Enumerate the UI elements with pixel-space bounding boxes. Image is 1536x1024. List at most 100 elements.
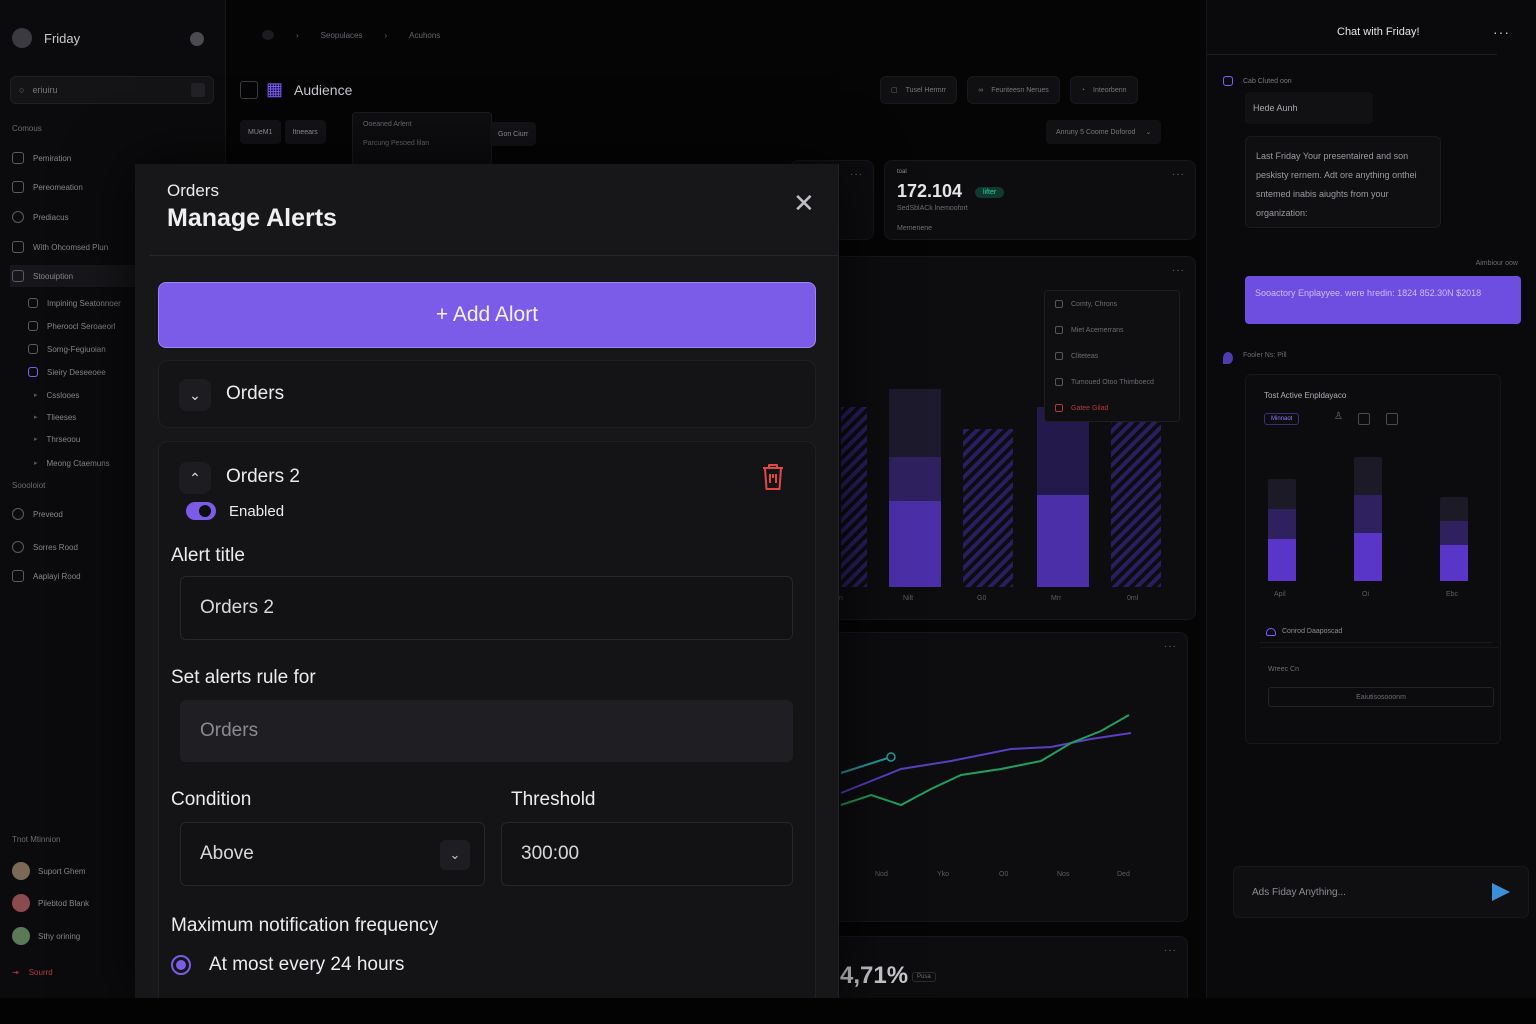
card-row[interactable]: Wreec Cn — [1260, 647, 1498, 689]
sidebar-item-label: Sieiry Deseeoee — [47, 367, 106, 377]
home-icon[interactable] — [262, 30, 274, 40]
frequency-option[interactable]: At most every 24 hours — [171, 954, 404, 976]
nav-icon — [28, 344, 38, 354]
close-icon[interactable]: ✕ — [793, 190, 815, 216]
chart-point — [886, 752, 896, 762]
chat-panel: Chat with Friday! ··· Cab Cluted oon Hed… — [1206, 0, 1536, 1000]
message-timestamp: Aimbiour oow — [1475, 260, 1518, 267]
status-badge: lifter — [975, 187, 1005, 198]
field-label: Alert title — [171, 545, 245, 566]
screen-edge — [0, 998, 1536, 1024]
context-menu-item[interactable]: Cliteteas — [1045, 343, 1179, 369]
filter-chip[interactable]: MUeM1 — [240, 120, 281, 144]
page-header: ▦ Audience — [240, 80, 352, 100]
team-member[interactable]: Suport Ghem — [12, 862, 86, 880]
avatar[interactable] — [190, 32, 204, 46]
more-icon[interactable]: ··· — [1493, 24, 1510, 40]
context-menu-item[interactable]: Tumoued Otoo Thimboecd — [1045, 369, 1179, 395]
page-title: Audience — [294, 82, 353, 98]
context-menu-item[interactable]: Comty, Chrons — [1045, 291, 1179, 317]
breadcrumb-item[interactable]: Seopulaces — [321, 31, 363, 40]
chevron-up-icon[interactable]: ⌃ — [179, 462, 211, 494]
more-icon[interactable]: ··· — [850, 169, 863, 180]
toolbar-button-label: Tusel Hermrr — [905, 86, 947, 94]
sidebar-item-label: Prediacus — [33, 212, 69, 222]
axis-tick-label: Apil — [1274, 591, 1286, 598]
axis-tick-label: n — [839, 595, 843, 602]
radio-label: At most every 24 hours — [209, 954, 405, 975]
filter-chip[interactable]: Gon Ciurr — [490, 122, 537, 146]
field-label: Set alerts rule for — [171, 667, 316, 688]
team-member[interactable]: Sthy orining — [12, 927, 80, 945]
chat-input-placeholder: Ads Fiday Anything... — [1252, 886, 1346, 898]
axis-tick-label: Nod — [875, 871, 888, 878]
sort-button[interactable]: Anruny 5 Coome Doforod ⌄ — [1046, 120, 1162, 144]
axis-tick-label: Oi — [1362, 591, 1369, 598]
logout-button[interactable]: ⇥ Sourrd — [12, 968, 53, 977]
toolbar-button[interactable]: ▢ Tusel Hermrr — [880, 76, 958, 104]
card-row-label: Conrod Daaposcad — [1282, 628, 1343, 635]
toolbar-button[interactable]: ◔ Inteorbenn — [1069, 76, 1138, 104]
trash-icon[interactable] — [759, 462, 787, 492]
bot-icon — [1223, 76, 1233, 86]
message-sender: Cab Cluted oon — [1243, 78, 1292, 85]
chart-bar-segment — [889, 457, 941, 501]
team-member[interactable]: Piiebtod Blank — [12, 894, 89, 912]
condition-select[interactable]: Above ⌄ — [180, 822, 485, 886]
enabled-toggle[interactable] — [186, 502, 216, 520]
context-menu-item-delete[interactable]: Gatee Gilad — [1045, 395, 1179, 421]
brand[interactable]: Friday — [12, 28, 80, 48]
modal-eyebrow: Orders — [167, 181, 219, 200]
calendar-icon: ▢ — [891, 87, 898, 94]
sort-label: Anruny 5 Coome Doforod — [1056, 128, 1136, 136]
shield-icon — [12, 211, 24, 223]
dropdown-item[interactable]: Parcung Pesoed lilan — [353, 132, 491, 151]
threshold-input[interactable]: 300:00 — [501, 822, 793, 886]
line-chart — [840, 714, 1132, 807]
chevron-icon: ⌄ — [1145, 129, 1152, 136]
context-menu-item[interactable]: Miet Acemerrans — [1045, 317, 1179, 343]
chevron-down-icon[interactable]: ⌄ — [179, 379, 211, 411]
sidebar-item-label: Stoouiption — [33, 271, 74, 281]
card-action-button[interactable]: Eaiutisosooonm — [1268, 687, 1494, 707]
toolbar-button[interactable]: ∞ Feunteesn Nerues — [967, 76, 1060, 104]
checkbox-icon[interactable] — [240, 81, 258, 99]
more-icon[interactable]: ··· — [1172, 169, 1185, 180]
sidebar-item-label: Sorres Rood — [33, 542, 78, 552]
sidebar-item-label: Pereomeation — [33, 182, 83, 192]
message-chip: Hede Aunh — [1245, 92, 1373, 124]
user-message: Sooactory Enplayyee. were hredin: 1824 8… — [1245, 276, 1521, 324]
context-menu-label: Gatee Gilad — [1071, 404, 1109, 412]
nav-icon — [28, 367, 38, 377]
send-icon[interactable] — [1492, 883, 1510, 901]
chat-input[interactable]: Ads Fiday Anything... — [1233, 866, 1529, 918]
sidebar-item-label: Preveod — [33, 509, 63, 519]
delete-icon — [1055, 404, 1063, 412]
shortcut-icon — [191, 83, 205, 97]
chart-bar — [963, 429, 1013, 587]
card-row[interactable]: Conrod Daaposcad — [1260, 621, 1492, 643]
chart-bar-segment — [1354, 495, 1382, 533]
radio-selected-icon[interactable] — [171, 955, 191, 975]
breadcrumb-separator: › — [296, 30, 299, 40]
alert-accordion-collapsed[interactable]: ⌄ Orders — [158, 360, 816, 428]
alert-title-input[interactable]: Orders 2 — [180, 576, 793, 640]
breadcrumb-item[interactable]: Acuhons — [409, 31, 440, 40]
alert-rule-field: Orders — [180, 700, 793, 762]
kpi-label: toal — [897, 169, 907, 175]
sidebar-item-label: Thrseoou — [46, 434, 81, 444]
dropdown-item[interactable]: Ooeaned Arlent — [353, 113, 491, 132]
field-label: Threshold — [511, 789, 596, 810]
filter-chip[interactable]: Itneears — [284, 120, 326, 144]
sidebar-search-input[interactable]: ○ eriuiru — [10, 76, 214, 104]
message-sender: Fooler Ns: Pill — [1243, 352, 1287, 359]
axis-tick-label: G0 — [977, 595, 987, 602]
axis-tick-label: Yko — [937, 871, 950, 878]
modal-title: Manage Alerts — [167, 204, 337, 232]
more-icon[interactable]: ··· — [1164, 945, 1177, 956]
kpi-subtitle: SedSblACk lnemoofort — [897, 205, 968, 212]
sidebar-item-label: With Ohcomsed Plun — [33, 242, 109, 252]
chevron-down-icon[interactable]: ⌄ — [440, 840, 470, 870]
add-alert-button[interactable]: + Add Alort — [158, 282, 816, 348]
avatar — [12, 927, 30, 945]
